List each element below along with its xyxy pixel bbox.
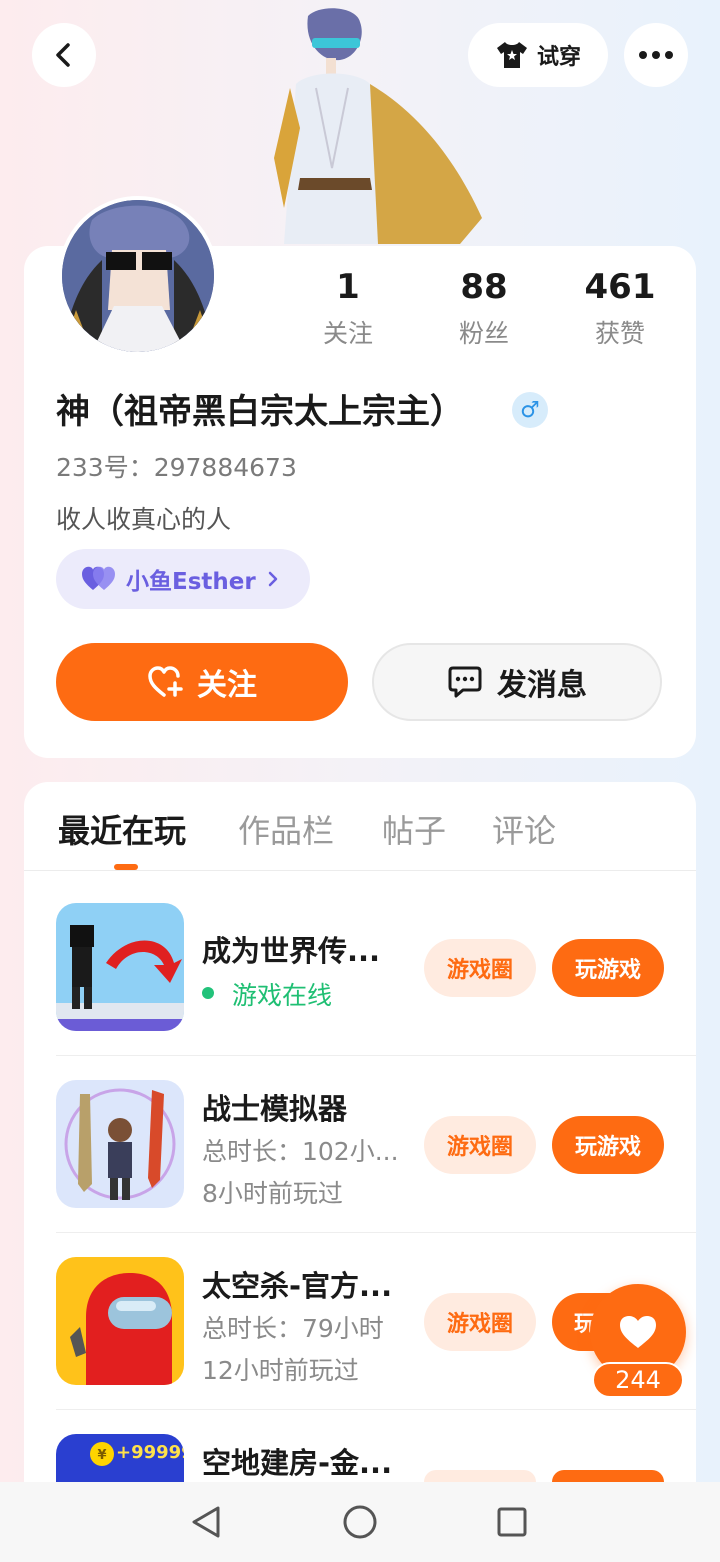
try-on-label: 试穿 <box>536 45 581 70</box>
game-online-status: 游戏在线 <box>232 981 333 1010</box>
play-game-button-2[interactable]: 玩游戏 <box>552 1116 664 1174</box>
nav-recents-icon[interactable] <box>496 1506 528 1538</box>
friend-tag-label: 小鱼Esther <box>126 569 256 595</box>
like-count: 244 <box>592 1362 684 1398</box>
try-on-button[interactable]: 试穿 <box>468 23 608 87</box>
tab-comments[interactable]: 评论 <box>492 806 556 852</box>
stat-likes-value: 461 <box>584 267 656 307</box>
stat-fans[interactable]: 88 粉丝 <box>424 266 544 350</box>
game-title-2: 战士模拟器 <box>202 1092 348 1126</box>
back-button[interactable] <box>32 23 96 87</box>
stat-following-label: 关注 <box>322 319 373 348</box>
tshirt-icon <box>496 42 527 68</box>
chat-bubble-icon <box>448 666 482 698</box>
stat-likes[interactable]: 461 获赞 <box>560 266 680 350</box>
game-last-played-2: 8小时前玩过 <box>202 1179 343 1208</box>
play-game-button-4[interactable] <box>552 1470 664 1482</box>
friend-tag-button[interactable]: 小鱼Esther <box>56 549 310 609</box>
follow-label: 关注 <box>197 668 257 703</box>
follow-button[interactable]: 关注 <box>56 643 348 721</box>
game-title-4: 空地建房-金... <box>202 1446 393 1480</box>
game-title-1: 成为世界传... <box>202 934 381 968</box>
nav-back-icon[interactable] <box>188 1504 224 1540</box>
user-id: 233号：297884673 <box>56 453 297 482</box>
game-circle-button-1[interactable]: 游戏圈 <box>424 939 536 997</box>
game-badge-4: +99999 <box>116 1442 184 1463</box>
system-navigation-bar <box>0 1482 720 1562</box>
game-circle-button-2[interactable]: 游戏圈 <box>424 1116 536 1174</box>
online-status-dot <box>202 987 214 999</box>
tab-recently-played[interactable]: 最近在玩 <box>58 806 186 852</box>
heart-plus-icon <box>148 666 183 697</box>
more-button[interactable] <box>624 23 688 87</box>
nav-home-icon[interactable] <box>342 1504 378 1540</box>
more-dots-icon <box>639 51 673 59</box>
stat-likes-label: 获赞 <box>594 319 645 348</box>
game-last-played-3: 12小时前玩过 <box>202 1356 359 1385</box>
game-title-3: 太空杀-官方... <box>202 1269 393 1303</box>
profile-name: 神（祖帝黑白宗太上宗主） <box>56 392 464 432</box>
game-playtime-3: 总时长：79小时 <box>202 1314 384 1343</box>
game-circle-button-4[interactable] <box>424 1470 536 1482</box>
stat-fans-value: 88 <box>460 267 508 307</box>
message-label: 发消息 <box>497 668 587 703</box>
game-icon-2[interactable] <box>56 1080 184 1208</box>
row-divider <box>56 1055 696 1056</box>
male-icon: ♂ <box>512 392 548 428</box>
avatar-character-image <box>260 8 490 248</box>
row-divider <box>56 1409 696 1410</box>
game-icon-1[interactable] <box>56 903 184 1031</box>
heart-icon <box>620 1316 656 1348</box>
tab-posts[interactable]: 帖子 <box>382 806 446 852</box>
game-playtime-2: 总时长：102小... <box>202 1137 399 1166</box>
message-button[interactable]: 发消息 <box>372 643 662 721</box>
game-circle-button-3[interactable]: 游戏圈 <box>424 1293 536 1351</box>
stat-following[interactable]: 1 关注 <box>288 266 408 350</box>
game-icon-3[interactable] <box>56 1257 184 1385</box>
double-heart-icon <box>82 566 115 590</box>
back-arrow-icon <box>56 43 70 67</box>
chevron-right-icon <box>268 571 277 587</box>
row-divider <box>56 1232 696 1233</box>
tab-divider <box>24 870 696 871</box>
play-game-button-1[interactable]: 玩游戏 <box>552 939 664 997</box>
tab-works[interactable]: 作品栏 <box>238 806 334 852</box>
game-icon-4[interactable]: ¥ +99999 <box>56 1434 184 1482</box>
stat-fans-label: 粉丝 <box>458 319 509 348</box>
profile-bio: 收人收真心的人 <box>56 505 232 534</box>
svg-text:¥: ¥ <box>97 1448 106 1463</box>
stat-following-value: 1 <box>336 267 360 307</box>
avatar[interactable] <box>58 196 218 356</box>
